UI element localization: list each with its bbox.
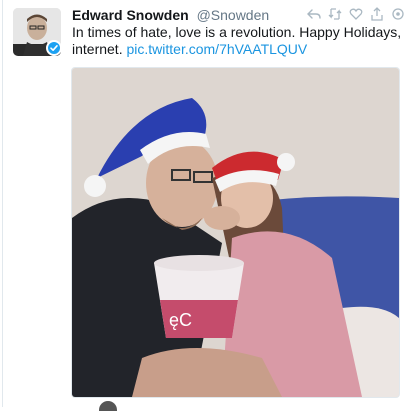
tweet-header: Edward Snowden @Snowden xyxy=(72,7,269,23)
more-icon[interactable] xyxy=(390,6,406,22)
verified-badge-icon xyxy=(46,40,62,56)
share-icon[interactable] xyxy=(369,6,385,22)
author-handle[interactable]: @Snowden xyxy=(197,7,270,23)
tweet-actions xyxy=(306,6,406,22)
holiday-photo: ęC xyxy=(72,68,399,397)
next-tweet-avatar[interactable] xyxy=(99,401,117,411)
retweet-icon[interactable] xyxy=(327,6,343,22)
timeline-divider xyxy=(2,0,3,407)
tweet-text: In times of hate, love is a revolution. … xyxy=(72,24,402,58)
author-name[interactable]: Edward Snowden xyxy=(72,7,189,23)
tweet-photo[interactable]: ęC xyxy=(71,67,400,398)
reply-icon[interactable] xyxy=(306,6,322,22)
like-icon[interactable] xyxy=(348,6,364,22)
svg-text:ęC: ęC xyxy=(169,310,192,330)
tweet-media-link[interactable]: pic.twitter.com/7hVAATLQUV xyxy=(126,41,307,57)
